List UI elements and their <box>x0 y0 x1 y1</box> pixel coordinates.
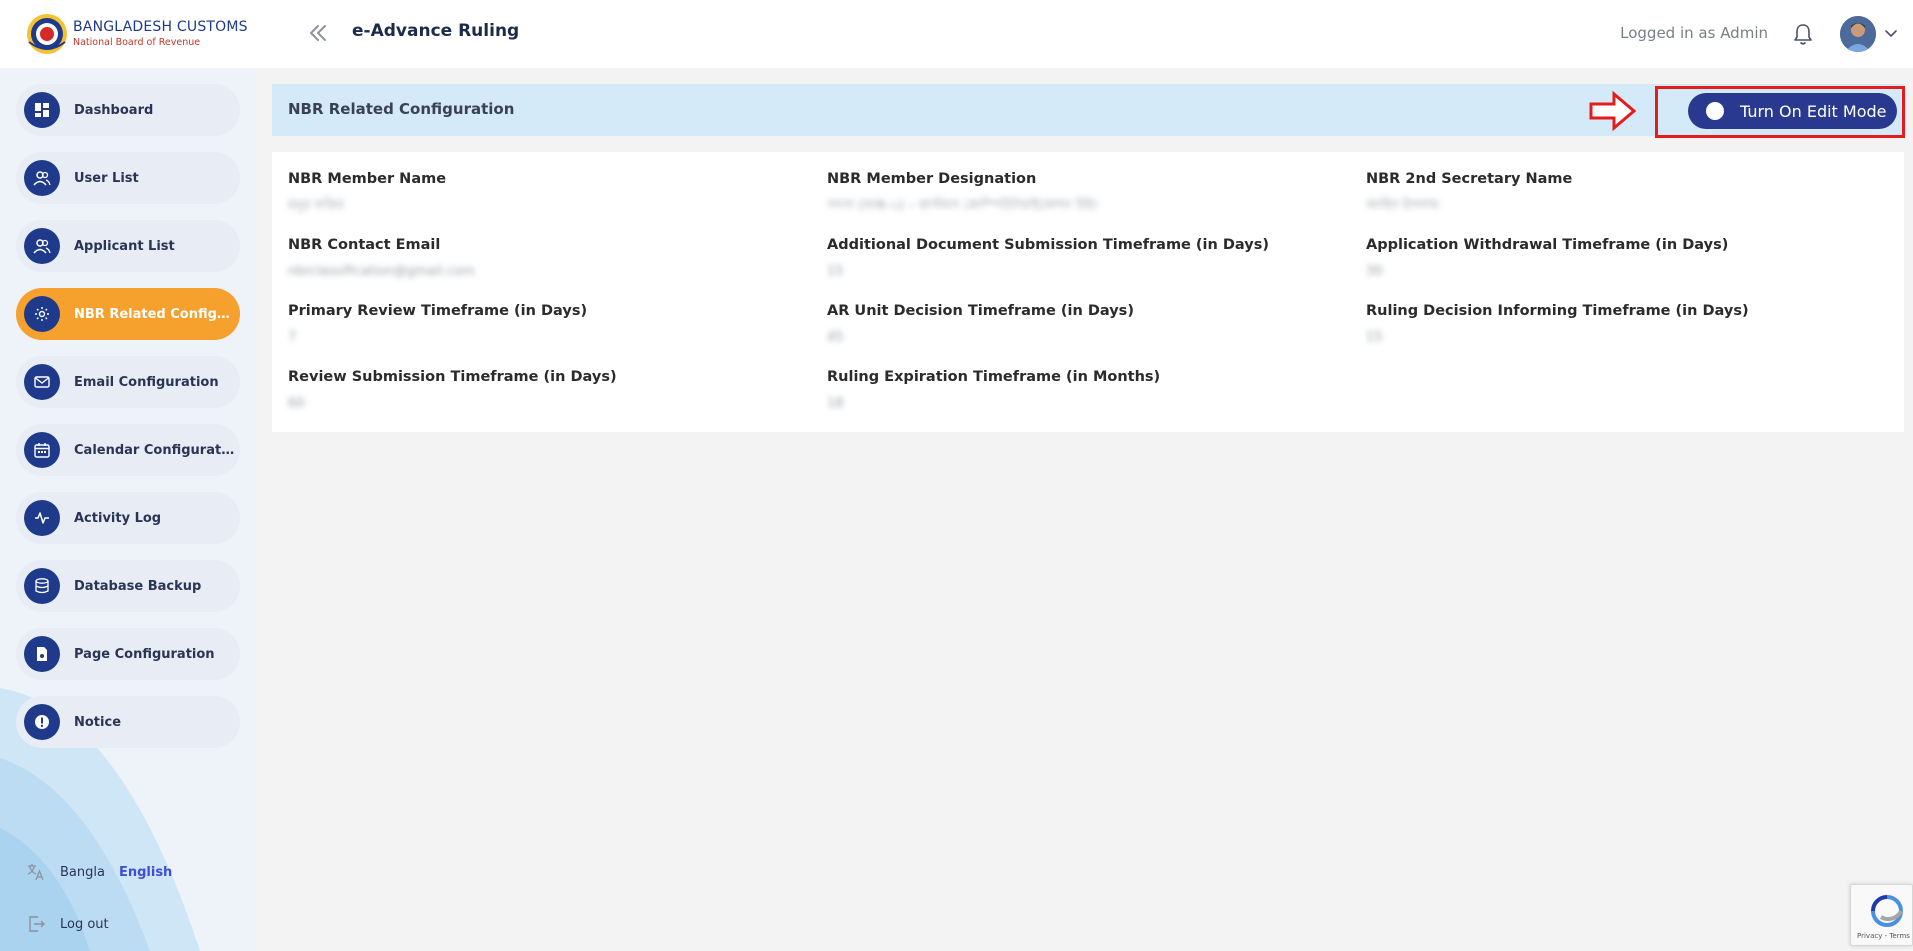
field-label: NBR 2nd Secretary Name <box>1366 171 1573 187</box>
sidebar: Dashboard User List Applicant List NBR R… <box>0 68 256 951</box>
sidebar-item-label: Notice <box>74 714 122 730</box>
recaptcha-icon <box>1871 895 1903 927</box>
field-ar-unit-decision-timeframe: AR Unit Decision Timeframe (in Days) 45 <box>827 302 1347 347</box>
user-photo-icon <box>1840 16 1876 52</box>
field-value: 30 <box>1366 264 1383 279</box>
field-label: Review Submission Timeframe (in Days) <box>288 369 617 385</box>
field-nbr-contact-email: NBR Contact Email nbrclassification@gmai… <box>288 236 808 281</box>
sidebar-item-database-backup[interactable]: Database Backup <box>16 560 240 612</box>
field-nbr-member-designation: NBR Member Designation সদস্য (শুল্ক-২) –… <box>827 170 1347 215</box>
sidebar-item-label: Activity Log <box>74 510 162 526</box>
field-label: Primary Review Timeframe (in Days) <box>288 303 588 319</box>
logged-in-text: Logged in as Admin <box>1620 24 1768 42</box>
field-value: সদস্য (শুল্ক-২) – কাস্টমস কোম্পিউটারাইজে… <box>827 198 1098 213</box>
mail-icon <box>24 364 60 400</box>
field-value: মনুর ফকির <box>288 198 344 213</box>
calendar-icon <box>24 432 60 468</box>
settings-icon <box>24 296 60 332</box>
app-title: e-Advance Ruling <box>352 21 520 41</box>
sidebar-item-nbr-related-configuration[interactable]: NBR Related Configurati... <box>16 288 240 340</box>
alert-icon <box>24 704 60 740</box>
sidebar-item-label: Page Configuration <box>74 646 215 662</box>
sidebar-item-notice[interactable]: Notice <box>16 696 240 748</box>
field-label: Ruling Decision Informing Timeframe (in … <box>1366 303 1749 319</box>
field-value: 15 <box>1366 330 1383 345</box>
field-application-withdrawal-timeframe: Application Withdrawal Timeframe (in Day… <box>1366 236 1886 281</box>
language-switcher: Bangla English <box>26 860 172 884</box>
field-value: 7 <box>288 330 297 345</box>
page-icon <box>24 636 60 672</box>
dashboard-icon <box>24 92 60 128</box>
field-value: 60 <box>288 396 305 411</box>
field-ruling-expiration-timeframe: Ruling Expiration Timeframe (in Months) … <box>827 368 1347 413</box>
sidebar-item-calendar-configuration[interactable]: Calendar Configuration <box>16 424 240 476</box>
sidebar-item-applicant-list[interactable]: Applicant List <box>16 220 240 272</box>
chevron-down-icon[interactable] <box>1884 28 1898 40</box>
sidebar-item-label: Database Backup <box>74 578 202 594</box>
brand-title: BANGLADESH CUSTOMS <box>73 19 248 35</box>
logout-icon <box>29 916 45 932</box>
logout-button[interactable]: Log out <box>26 912 109 936</box>
database-icon <box>24 568 60 604</box>
field-label: Ruling Expiration Timeframe (in Months) <box>827 369 1161 385</box>
sidebar-item-label: Email Configuration <box>74 374 219 390</box>
bell-icon[interactable] <box>1792 22 1814 46</box>
activity-icon <box>24 500 60 536</box>
field-nbr-2nd-secretary-name: NBR 2nd Secretary Name জাহিদ ইসলাম <box>1366 170 1886 215</box>
config-card: NBR Member Name মনুর ফকির NBR Member Des… <box>272 152 1904 432</box>
users-icon <box>24 228 60 264</box>
field-label: Additional Document Submission Timeframe… <box>827 237 1269 253</box>
field-ruling-decision-informing-timeframe: Ruling Decision Informing Timeframe (in … <box>1366 302 1886 347</box>
sidebar-item-label: Applicant List <box>74 238 175 254</box>
toggle-knob <box>1706 102 1724 120</box>
field-nbr-member-name: NBR Member Name মনুর ফকির <box>288 170 808 215</box>
field-review-submission-timeframe: Review Submission Timeframe (in Days) 60 <box>288 368 808 413</box>
sidebar-item-dashboard[interactable]: Dashboard <box>16 84 240 136</box>
field-value: 15 <box>827 264 844 279</box>
collapse-sidebar-icon[interactable] <box>306 20 330 46</box>
translate-icon <box>27 864 44 881</box>
logout-label: Log out <box>60 916 109 932</box>
field-label: Application Withdrawal Timeframe (in Day… <box>1366 237 1729 253</box>
field-additional-document-timeframe: Additional Document Submission Timeframe… <box>827 236 1347 281</box>
field-label: AR Unit Decision Timeframe (in Days) <box>827 303 1134 319</box>
edit-mode-toggle[interactable]: Turn On Edit Mode <box>1688 93 1897 129</box>
sidebar-item-label: NBR Related Configurati... <box>74 306 238 322</box>
sidebar-item-page-configuration[interactable]: Page Configuration <box>16 628 240 680</box>
users-icon <box>24 160 60 196</box>
lang-bangla[interactable]: Bangla <box>60 865 105 880</box>
section-title: NBR Related Configuration <box>288 100 515 118</box>
field-label: NBR Member Designation <box>827 171 1037 187</box>
field-label: NBR Member Name <box>288 171 447 187</box>
field-value: nbrclassification@gmail.com <box>288 264 475 279</box>
avatar[interactable] <box>1840 16 1876 52</box>
sidebar-item-label: Dashboard <box>74 102 154 118</box>
sidebar-item-user-list[interactable]: User List <box>16 152 240 204</box>
sidebar-item-email-configuration[interactable]: Email Configuration <box>16 356 240 408</box>
brand-subtitle: National Board of Revenue <box>73 37 201 48</box>
top-bar: BANGLADESH CUSTOMS National Board of Rev… <box>0 0 1913 68</box>
recaptcha-text: Privacy - Terms <box>1857 932 1910 940</box>
field-value: 18 <box>827 396 844 411</box>
edit-mode-label: Turn On Edit Mode <box>1740 101 1887 121</box>
bangladesh-customs-logo <box>27 14 67 54</box>
sidebar-item-label: Calendar Configuration <box>74 442 238 458</box>
sidebar-item-activity-log[interactable]: Activity Log <box>16 492 240 544</box>
arrow-right-icon <box>1589 90 1637 132</box>
brand: BANGLADESH CUSTOMS National Board of Rev… <box>73 19 248 49</box>
recaptcha-badge[interactable]: Privacy - Terms <box>1850 884 1913 946</box>
field-primary-review-timeframe: Primary Review Timeframe (in Days) 7 <box>288 302 808 347</box>
sidebar-item-label: User List <box>74 170 139 186</box>
field-label: NBR Contact Email <box>288 237 441 253</box>
field-value: জাহিদ ইসলাম <box>1366 198 1439 213</box>
field-value: 45 <box>827 330 844 345</box>
lang-english[interactable]: English <box>119 865 172 880</box>
